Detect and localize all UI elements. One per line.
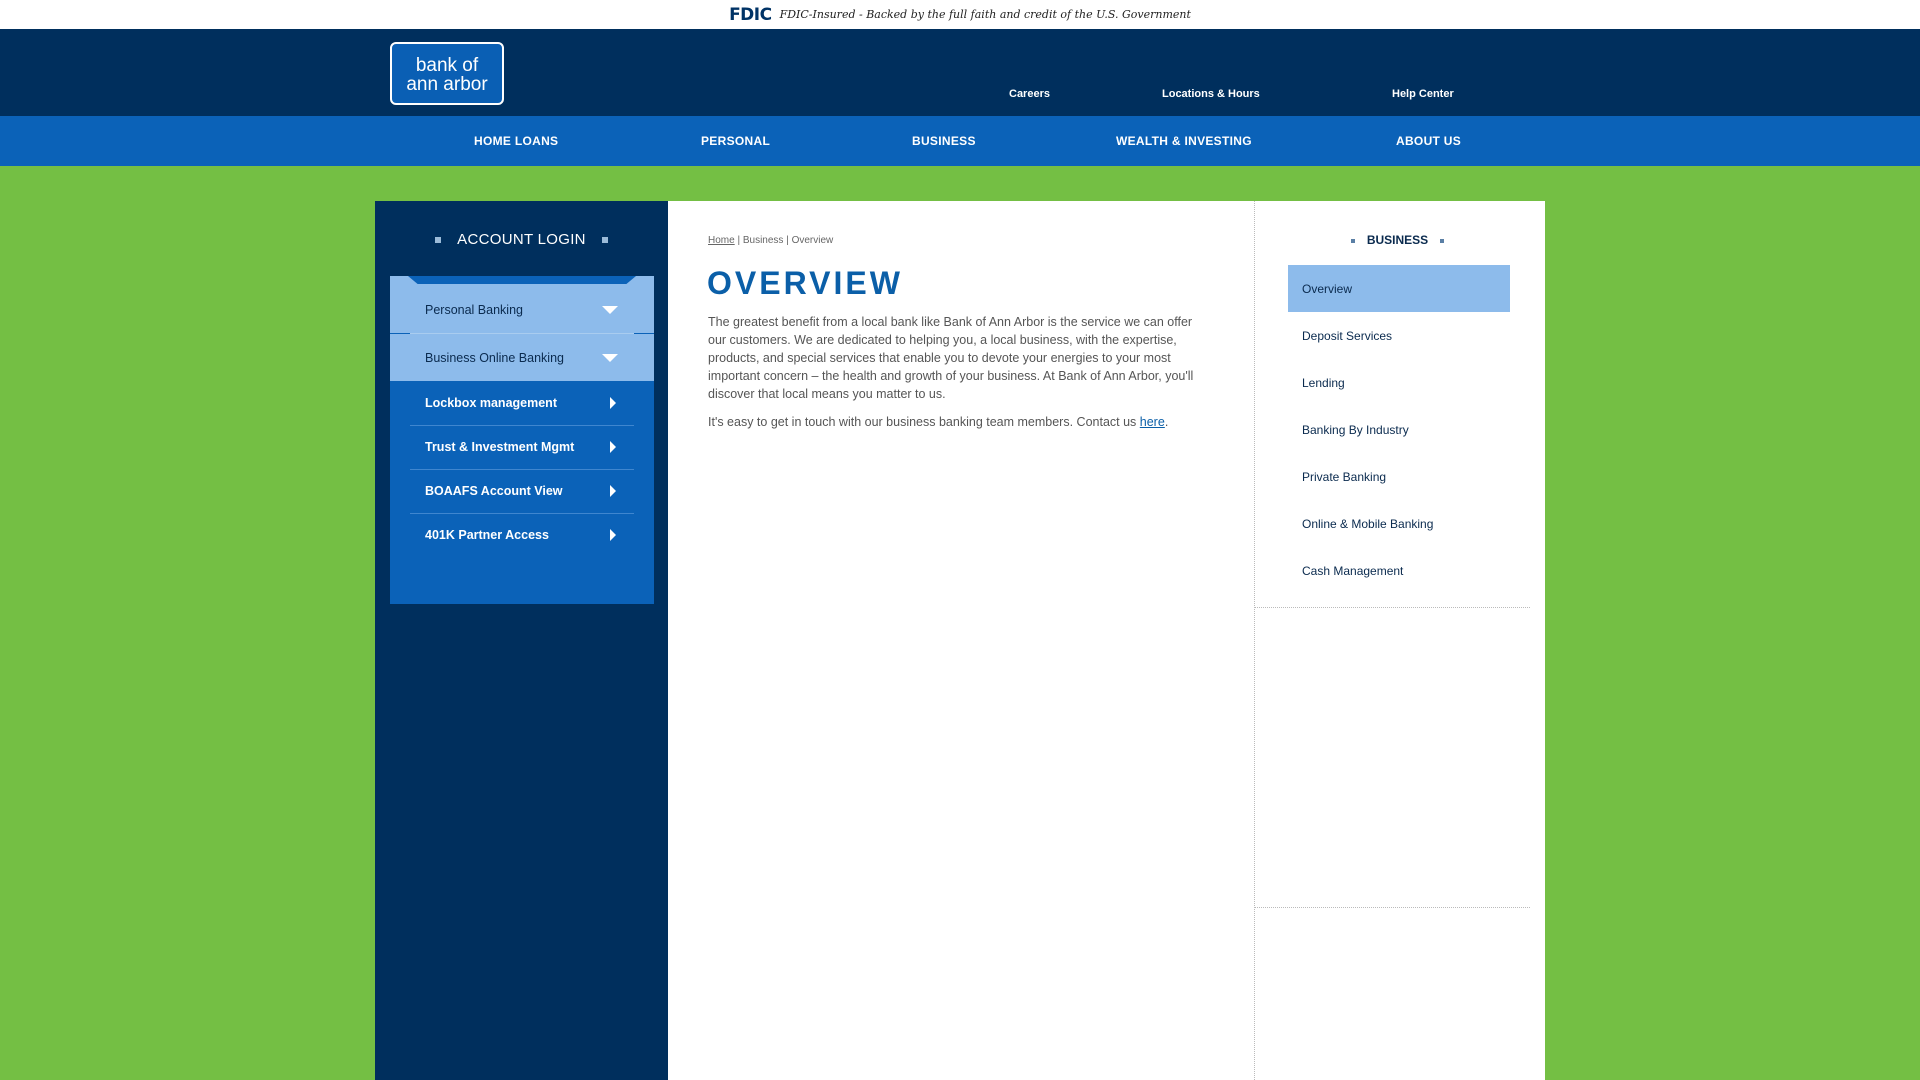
login-panel: Personal Banking Business Online Banking…	[390, 276, 654, 604]
main-content: Home | Business | Overview OVERVIEW The …	[668, 201, 1255, 1080]
subnav-item-lending[interactable]: Lending	[1288, 359, 1510, 406]
bullet-icon	[601, 237, 608, 244]
logo-line1: bank of	[415, 55, 479, 76]
subnav-heading: BUSINESS	[1255, 233, 1540, 247]
tab-notch-right	[624, 276, 654, 286]
fdic-logo: FDIC	[729, 4, 772, 25]
personal-banking-accordion[interactable]: Personal Banking	[390, 286, 654, 333]
chevron-right-icon	[610, 485, 616, 497]
logo-line2: ann arbor	[406, 74, 488, 95]
accordion-label: Personal Banking	[425, 302, 523, 317]
chevron-down-icon	[602, 354, 618, 362]
content-wrapper: ACCOUNT LOGIN Personal Banking Business …	[375, 201, 1545, 1080]
panel-tab-strip	[390, 276, 654, 286]
contact-suffix: .	[1164, 415, 1169, 429]
main-nav: HOME LOANS PERSONAL BUSINESS WEALTH & IN…	[0, 116, 1920, 166]
nav-about-us[interactable]: ABOUT US	[1396, 134, 1461, 148]
tab-notch-left	[390, 276, 420, 286]
breadcrumb-home[interactable]: Home	[708, 235, 735, 246]
subnav-item-banking-by-industry[interactable]: Banking By Industry	[1288, 406, 1510, 453]
breadcrumb-separator: |	[783, 235, 792, 246]
subnav-title: BUSINESS	[1366, 233, 1429, 247]
nav-wealth-investing[interactable]: WEALTH & INVESTING	[1116, 134, 1252, 148]
site-header: bank of ann arbor Careers Locations & Ho…	[0, 29, 1920, 116]
account-login-heading: ACCOUNT LOGIN	[375, 231, 668, 248]
chevron-right-icon	[610, 441, 616, 453]
fdic-bar: FDIC FDIC-Insured - Backed by the full f…	[0, 0, 1920, 29]
accordion-label: Business Online Banking	[425, 350, 564, 365]
contact-here-link[interactable]: here	[1140, 415, 1165, 429]
business-subnav: BUSINESS Overview Deposit Services Lendi…	[1254, 201, 1545, 1080]
link-label: Lockbox management	[425, 396, 557, 410]
locations-hours-link[interactable]: Locations & Hours	[1162, 88, 1260, 100]
bullet-icon	[435, 237, 442, 244]
page-title: OVERVIEW	[707, 265, 903, 301]
lockbox-management-link[interactable]: Lockbox management	[390, 381, 654, 425]
account-login-sidebar: ACCOUNT LOGIN Personal Banking Business …	[375, 201, 668, 1080]
subnav-item-cash-management[interactable]: Cash Management	[1288, 547, 1510, 594]
bullet-icon	[1350, 238, 1355, 243]
dotted-divider	[1255, 607, 1530, 608]
nav-home-loans[interactable]: HOME LOANS	[474, 134, 558, 148]
link-label: BOAAFS Account View	[425, 484, 563, 498]
overview-paragraph: The greatest benefit from a local bank l…	[708, 315, 1194, 401]
trust-investment-link[interactable]: Trust & Investment Mgmt	[390, 425, 654, 469]
chevron-right-icon	[610, 529, 616, 541]
contact-paragraph: It's easy to get in touch with our busin…	[708, 413, 1228, 431]
chevron-down-icon	[602, 306, 618, 314]
subnav-item-online-mobile-banking[interactable]: Online & Mobile Banking	[1288, 500, 1510, 547]
bullet-icon	[1440, 238, 1445, 243]
breadcrumb-business: Business	[742, 235, 784, 246]
careers-link[interactable]: Careers	[1009, 88, 1050, 100]
link-label: Trust & Investment Mgmt	[425, 440, 575, 454]
boaafs-account-view-link[interactable]: BOAAFS Account View	[390, 469, 654, 513]
fdic-text: FDIC-Insured - Backed by the full faith …	[779, 8, 1191, 21]
subnav-item-overview[interactable]: Overview	[1288, 265, 1510, 312]
subnav-item-private-banking[interactable]: Private Banking	[1288, 453, 1510, 500]
help-center-link[interactable]: Help Center	[1392, 88, 1454, 100]
account-login-title: ACCOUNT LOGIN	[457, 231, 586, 248]
breadcrumb-current: Overview	[791, 235, 834, 246]
chevron-right-icon	[610, 397, 616, 409]
bank-logo[interactable]: bank of ann arbor	[390, 42, 504, 105]
nav-business[interactable]: BUSINESS	[912, 134, 976, 148]
breadcrumb-separator: |	[734, 235, 743, 246]
contact-text: It's easy to get in touch with our busin…	[708, 415, 1140, 429]
link-label: 401K Partner Access	[425, 528, 549, 542]
401k-partner-access-link[interactable]: 401K Partner Access	[390, 513, 654, 557]
dotted-divider	[1255, 907, 1530, 908]
breadcrumb: Home | Business | Overview	[708, 235, 833, 246]
business-online-banking-accordion[interactable]: Business Online Banking	[390, 334, 654, 381]
subnav-item-deposit-services[interactable]: Deposit Services	[1288, 312, 1510, 359]
nav-personal[interactable]: PERSONAL	[701, 134, 770, 148]
